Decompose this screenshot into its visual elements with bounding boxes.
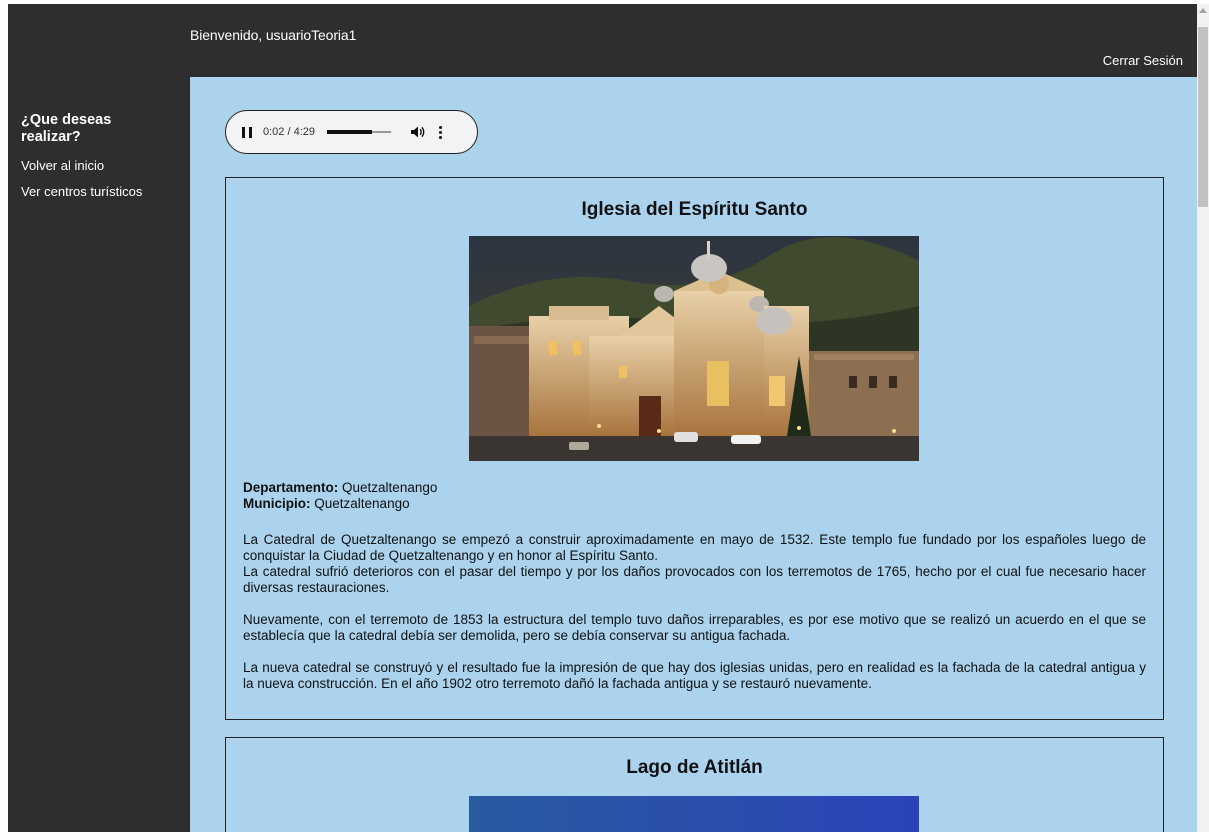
browser-left-edge xyxy=(0,0,8,832)
page-scrollbar[interactable] xyxy=(1197,4,1209,832)
audio-time: 0:02 / 4:29 xyxy=(263,126,315,138)
scroll-thumb[interactable] xyxy=(1198,27,1208,207)
logout-link[interactable]: Cerrar Sesión xyxy=(1103,53,1183,68)
audio-progress-bar[interactable] xyxy=(327,130,391,134)
volume-icon[interactable] xyxy=(411,126,425,138)
welcome-message: Bienvenido, usuarioTeoria1 xyxy=(190,27,357,43)
scroll-up-arrow-icon[interactable] xyxy=(1199,8,1207,13)
sidebar-title: ¿Que deseas realizar? xyxy=(21,112,112,145)
pause-icon[interactable] xyxy=(242,126,252,138)
place-card: Iglesia del Espíritu Santo Departamento:… xyxy=(225,177,1164,720)
sidebar-item-home[interactable]: Volver al inicio xyxy=(21,158,104,173)
description-paragraph: La catedral sufrió deterioros con el pas… xyxy=(243,564,1146,595)
audio-progress-fill xyxy=(327,130,373,134)
municipality-value: Quetzaltenango xyxy=(314,496,410,511)
lake-photo xyxy=(469,796,919,832)
place-card: Lago de Atitlán xyxy=(225,737,1164,832)
more-options-icon[interactable] xyxy=(439,125,442,139)
cathedral-photo xyxy=(469,236,919,461)
main-content: 0:02 / 4:29 Iglesia del Espíritu Santo D… xyxy=(190,77,1197,832)
sidebar-item-tourist-centers[interactable]: Ver centros turísticos xyxy=(21,184,142,199)
description-paragraph: La nueva catedral se construyó y el resu… xyxy=(243,660,1146,691)
top-header: Bienvenido, usuarioTeoria1 Cerrar Sesión xyxy=(8,4,1197,77)
place-location: Departamento: Quetzaltenango Municipio: … xyxy=(243,480,437,512)
department-label: Departamento: xyxy=(243,480,339,495)
place-description: La Catedral de Quetzaltenango se empezó … xyxy=(243,532,1146,708)
department-value: Quetzaltenango xyxy=(342,480,438,495)
sidebar: ¿Que deseas realizar? Volver al inicio V… xyxy=(8,77,190,832)
description-paragraph: La Catedral de Quetzaltenango se empezó … xyxy=(243,532,1146,563)
description-paragraph: Nuevamente, con el terremoto de 1853 la … xyxy=(243,612,1146,643)
place-title: Iglesia del Espíritu Santo xyxy=(581,199,808,220)
place-title: Lago de Atitlán xyxy=(626,757,763,778)
municipality-label: Municipio: xyxy=(243,496,311,511)
audio-player[interactable]: 0:02 / 4:29 xyxy=(225,110,478,154)
app: Bienvenido, usuarioTeoria1 Cerrar Sesión… xyxy=(8,4,1197,832)
